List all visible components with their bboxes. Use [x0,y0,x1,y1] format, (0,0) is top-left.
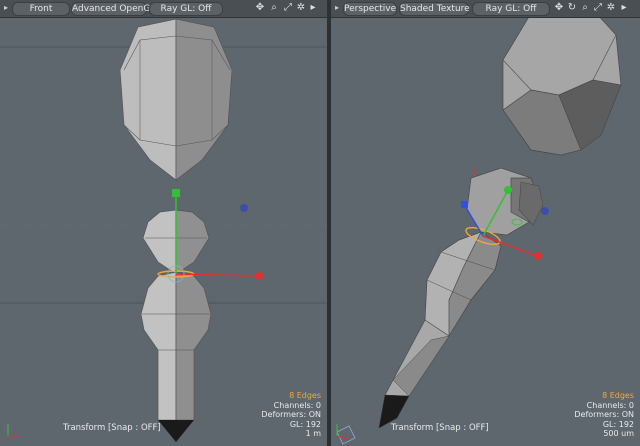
rotate-icon[interactable]: ↻ [566,1,578,15]
zoom-icon[interactable]: ⌕ [579,1,591,15]
front-viewport-scene[interactable] [0,0,327,446]
deformers-info: Deformers: ON [574,410,634,419]
viewport-menu-icon[interactable]: ▸ [333,3,341,13]
gl-info: GL: 192 [602,419,634,429]
shaft-mesh[interactable] [378,231,502,429]
move-icon[interactable]: ✥ [254,1,266,15]
view-type-button[interactable]: Front [12,2,70,16]
z-axis-cube-handle[interactable] [461,201,468,208]
viewport-info-hud: 8 Edges Channels: 0 Deformers: ON GL: 19… [574,391,634,439]
move-icon[interactable]: ✥ [553,1,565,15]
scale-info: 500 um [603,429,634,438]
z-axis-dot-handle[interactable] [541,207,549,215]
y-axis-end-handle[interactable] [504,186,512,194]
expand-arrow-icon[interactable]: ▸ [618,1,630,15]
tool-status: Transform [Snap : OFF] [391,423,489,433]
head-mesh[interactable] [119,18,233,181]
x-axis-end-handle[interactable] [534,252,542,260]
viewport-info-hud: 8 Edges Channels: 0 Deformers: ON GL: 19… [261,391,321,439]
shading-mode-button[interactable]: Advanced OpenGL [71,2,155,16]
selection-count: 8 Edges [602,391,634,400]
head-mesh[interactable] [502,1,622,156]
ray-gl-button[interactable]: Ray GL: Off [149,2,223,16]
y-axis-cube-handle[interactable] [172,189,180,197]
maximize-icon[interactable]: ⤢ [282,1,294,15]
perspective-viewport-toolbar: ▸ Perspective Shaded Texture Ray GL: Off… [331,0,640,18]
upper-joint-mesh[interactable] [466,167,544,236]
channels-info: Channels: 0 [586,400,634,410]
shaft-mesh[interactable] [140,271,212,444]
tool-status: Transform [Snap : OFF] [63,423,161,433]
zoom-icon[interactable]: ⌕ [268,1,280,15]
selection-count: 8 Edges [289,391,321,400]
expand-arrow-icon[interactable]: ▸ [307,1,319,15]
viewport-menu-icon[interactable]: ▸ [2,3,10,13]
maximize-icon[interactable]: ⤢ [592,1,604,15]
ray-gl-button[interactable]: Ray GL: Off [472,2,550,16]
axis-indicator-icon [336,424,356,445]
settings-icon[interactable]: ✲ [295,1,307,15]
channels-info: Channels: 0 [273,400,321,410]
perspective-viewport-scene[interactable] [331,0,640,446]
axis-indicator-icon [7,424,20,437]
settings-icon[interactable]: ✲ [605,1,617,15]
view-type-button[interactable]: Perspective [343,2,397,16]
front-viewport[interactable]: ▸ Front Advanced OpenGL Ray GL: Off ✥ ⌕ … [0,0,327,446]
deformers-info: Deformers: ON [261,410,321,419]
scale-info: 1 m [305,429,321,438]
front-viewport-toolbar: ▸ Front Advanced OpenGL Ray GL: Off ✥ ⌕ … [0,0,327,18]
gl-info: GL: 192 [289,419,321,429]
shading-mode-button[interactable]: Shaded Texture [399,2,470,16]
z-axis-dot-handle[interactable] [240,204,248,212]
perspective-viewport[interactable]: ▸ Perspective Shaded Texture Ray GL: Off… [331,0,640,446]
x-axis-end-handle[interactable] [255,272,263,280]
